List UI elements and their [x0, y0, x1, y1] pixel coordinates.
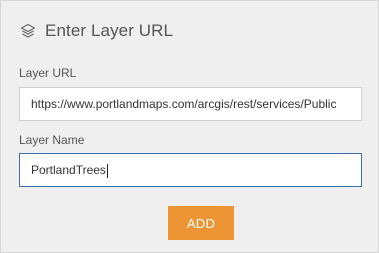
layers-icon — [19, 22, 37, 40]
panel-header: Enter Layer URL — [19, 19, 173, 43]
layer-name-value: PortlandTrees — [31, 163, 106, 177]
text-caret — [106, 163, 108, 178]
layer-url-label: Layer URL — [19, 66, 77, 80]
panel-title: Enter Layer URL — [45, 21, 174, 40]
add-button[interactable]: ADD — [168, 206, 234, 240]
layer-url-input[interactable] — [19, 87, 362, 121]
layer-name-input[interactable]: PortlandTrees — [19, 153, 362, 187]
enter-layer-url-panel: Enter Layer URL Layer URL Layer Name Por… — [0, 0, 379, 253]
layer-name-label: Layer Name — [19, 133, 85, 147]
